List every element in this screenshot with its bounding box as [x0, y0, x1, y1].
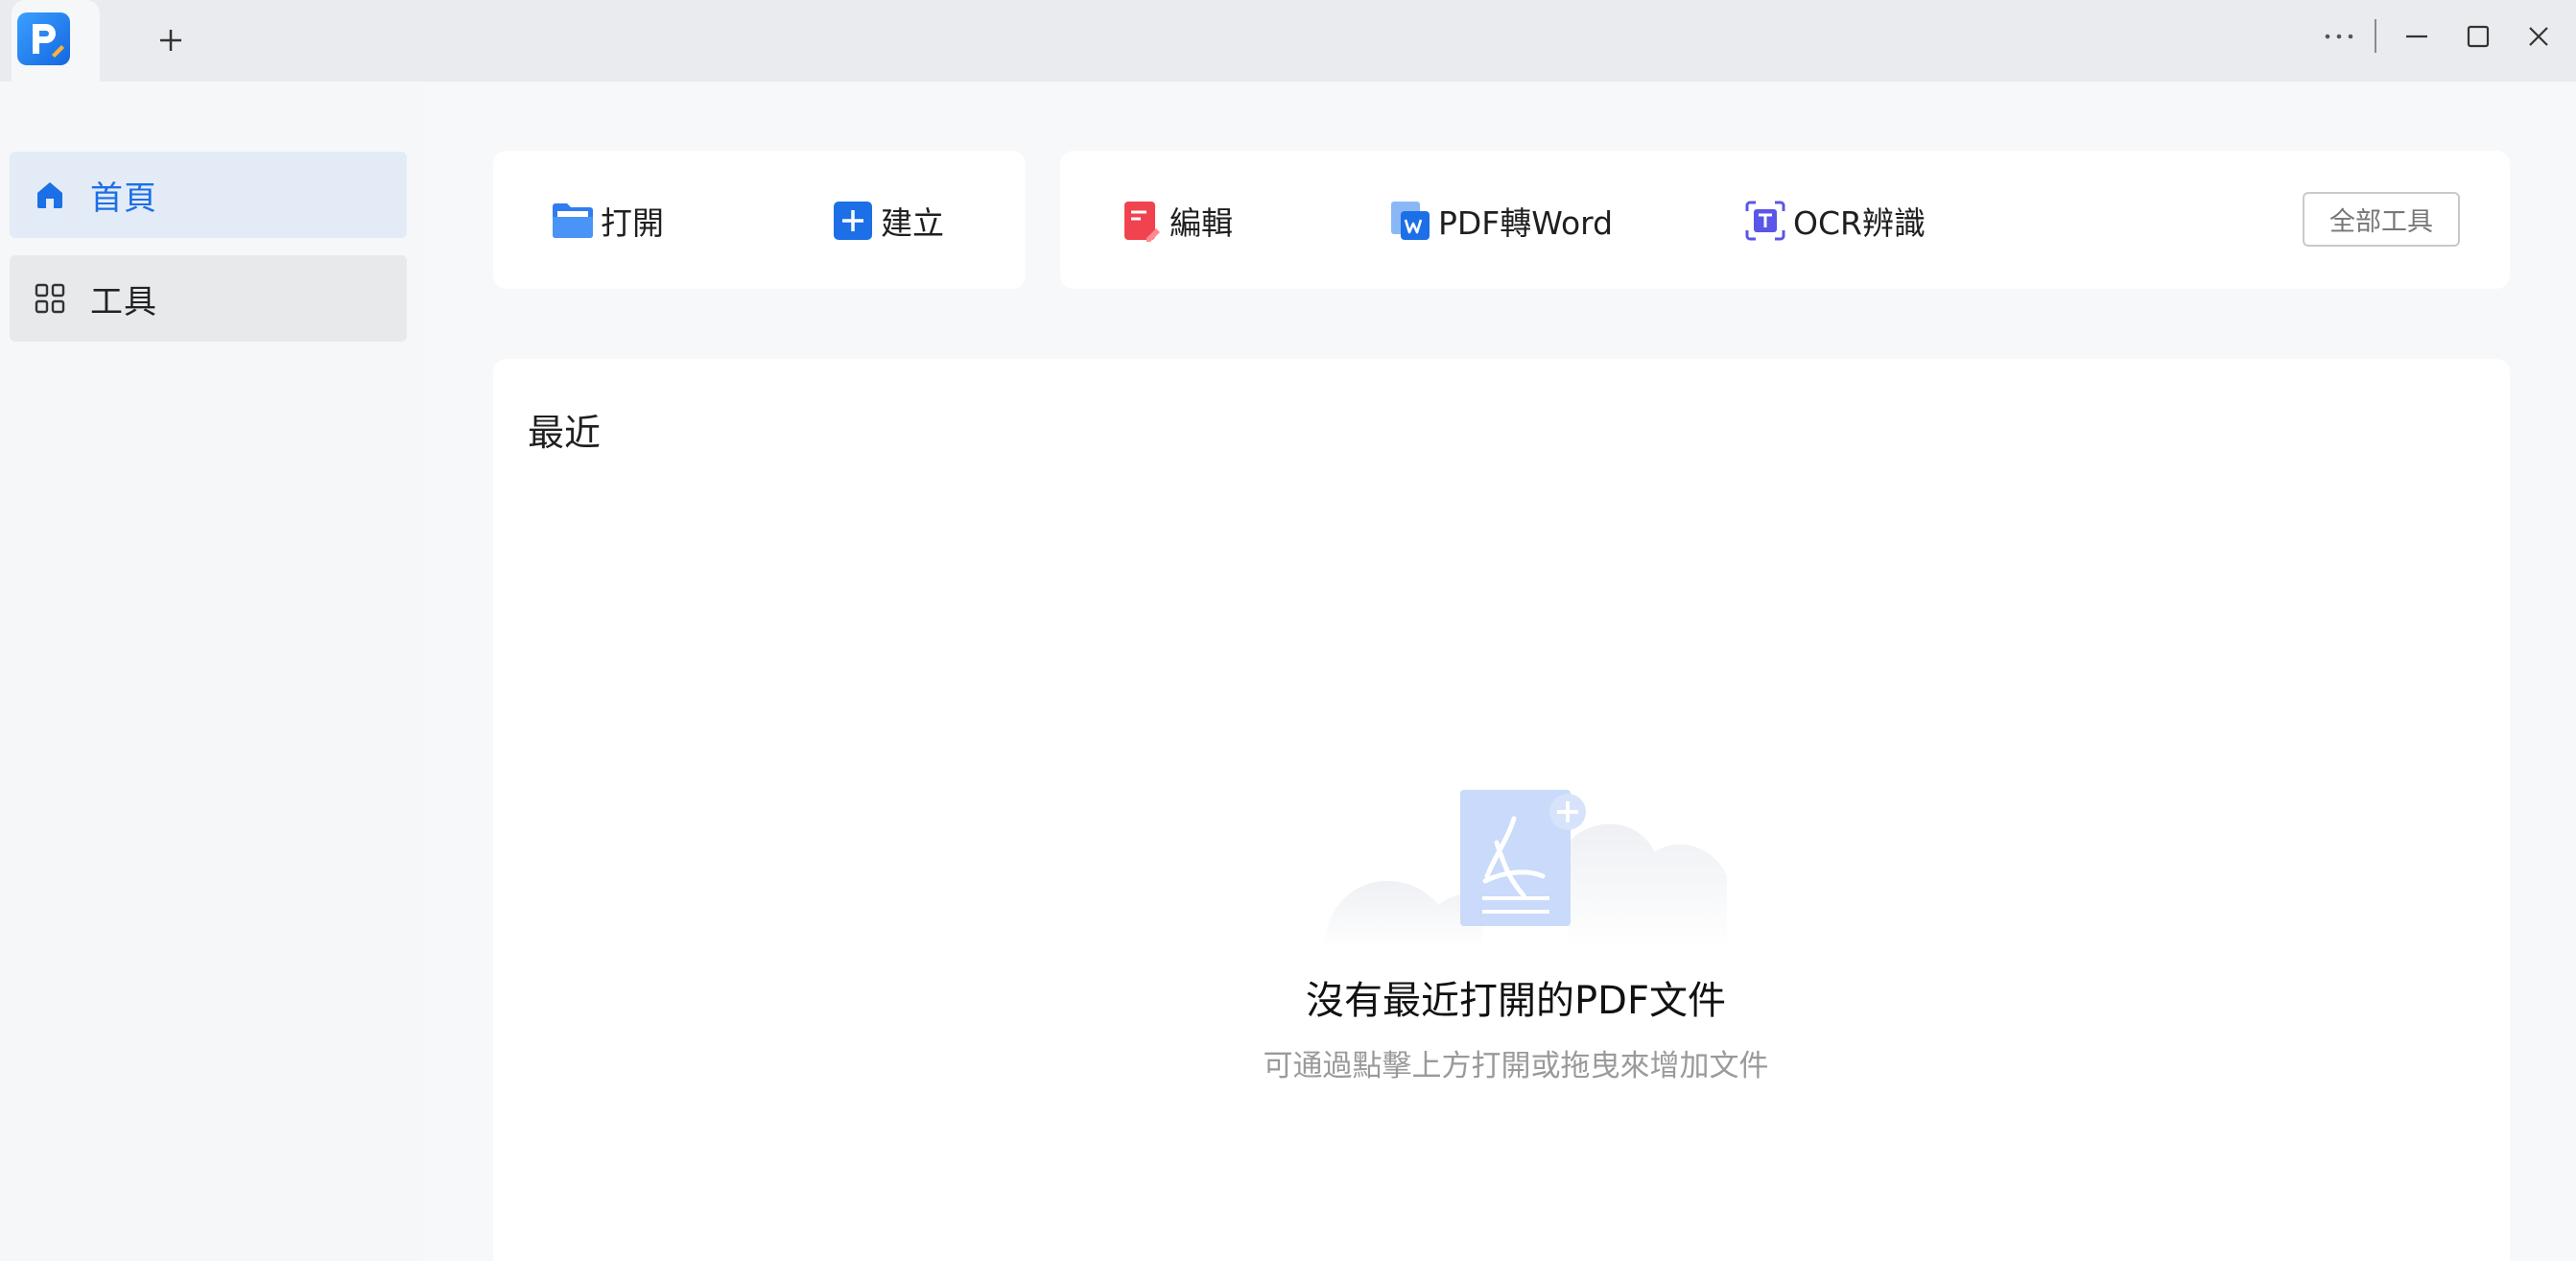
pdf-to-word-label: PDF轉Word: [1438, 204, 1614, 242]
sidebar-item-label: 首頁: [90, 178, 157, 218]
control-separator: [2375, 19, 2376, 53]
open-button-label: 打開: [601, 204, 664, 242]
more-options-button[interactable]: [2316, 13, 2362, 59]
close-button[interactable]: [2516, 13, 2562, 59]
recent-title: 最近: [528, 412, 602, 454]
home-icon: [31, 176, 69, 214]
empty-state-title: 沒有最近打開的PDF文件: [1306, 979, 1726, 1023]
maximize-button[interactable]: [2455, 13, 2501, 59]
maximize-icon: [2467, 25, 2490, 48]
pdf-to-word-button[interactable]: PDF轉Word: [1388, 192, 1613, 250]
title-bar: [0, 0, 2576, 82]
minimize-icon: [2406, 35, 2427, 38]
plus-square-icon: [831, 199, 875, 243]
all-tools-button[interactable]: 全部工具: [2303, 192, 2460, 247]
plus-icon: [160, 30, 181, 51]
edit-tool-label: 編輯: [1170, 204, 1233, 242]
create-button-label: 建立: [881, 204, 944, 242]
empty-state-illustration: [1324, 790, 1727, 948]
edit-doc-icon: [1120, 199, 1164, 243]
sidebar: 首頁 工具: [0, 82, 422, 1261]
word-icon: [1388, 199, 1432, 243]
empty-state-subtitle: 可通過點擊上方打開或拖曳來增加文件: [1263, 1049, 1769, 1083]
open-button[interactable]: 打開: [551, 192, 664, 250]
more-icon: [2325, 34, 2353, 39]
new-tab-button[interactable]: [152, 21, 190, 59]
ocr-button[interactable]: OCR辨識: [1743, 192, 1926, 250]
sidebar-item-label: 工具: [90, 282, 157, 321]
create-button[interactable]: 建立: [831, 192, 944, 250]
sidebar-item-tools[interactable]: 工具: [10, 255, 407, 342]
folder-icon: [551, 199, 595, 243]
close-icon: [2529, 27, 2548, 46]
sidebar-item-home[interactable]: 首頁: [10, 152, 407, 238]
ocr-icon: [1743, 199, 1787, 243]
app-logo-icon: [17, 12, 70, 65]
ocr-label: OCR辨識: [1793, 204, 1926, 242]
minimize-button[interactable]: [2394, 13, 2440, 59]
edit-tool-button[interactable]: 編輯: [1120, 192, 1233, 250]
grid-icon: [31, 279, 69, 318]
